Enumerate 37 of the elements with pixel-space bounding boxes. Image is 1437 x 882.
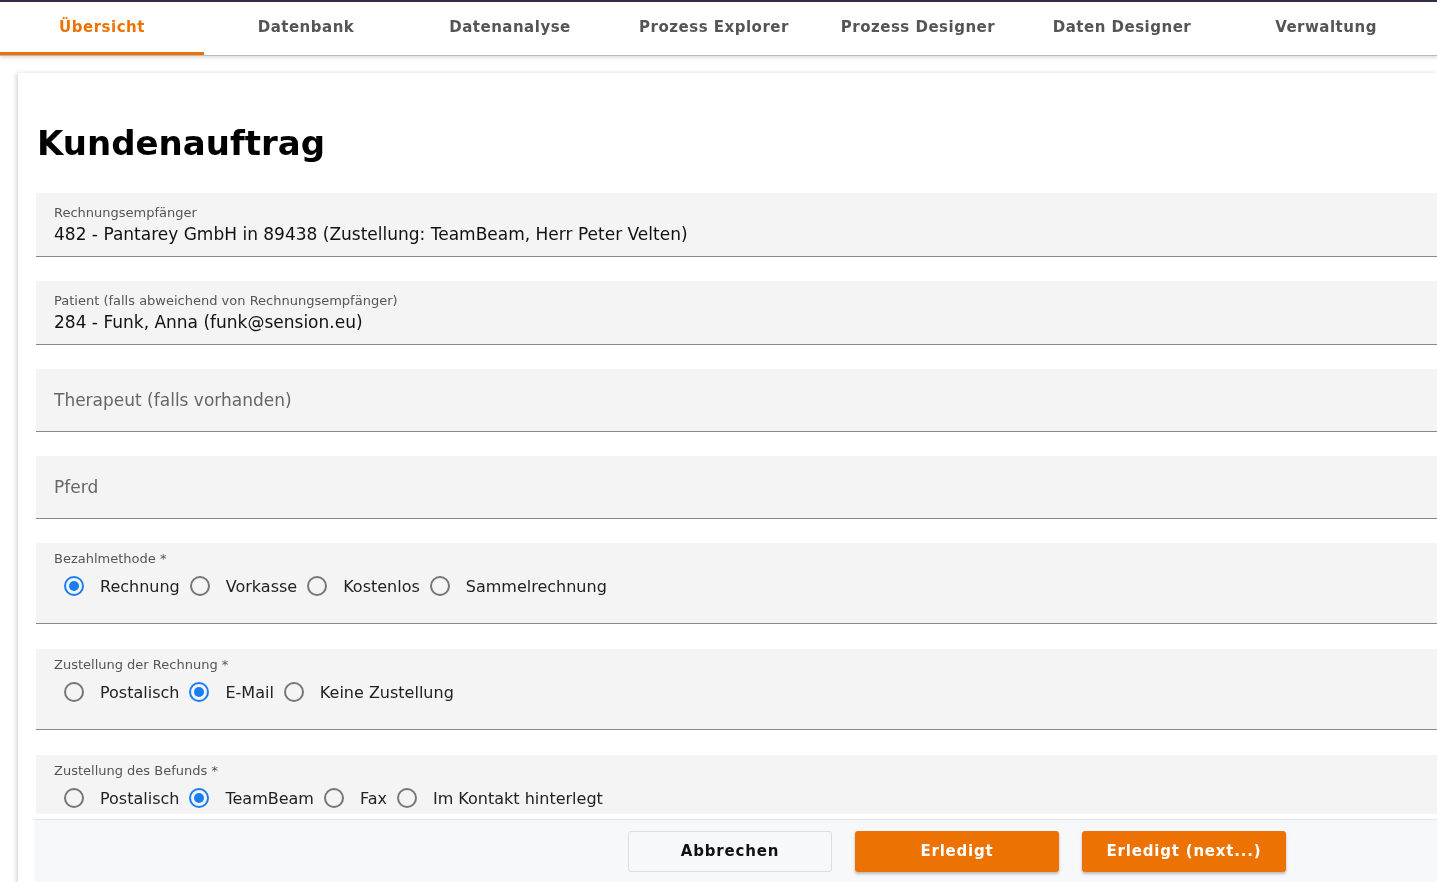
nav-tab[interactable]: Datenanalyse <box>408 2 612 55</box>
group-label: Zustellung des Befunds * <box>54 763 219 778</box>
radio-label[interactable]: Im Kontakt hinterlegt <box>432 788 603 808</box>
nav-tab[interactable]: Daten Designer <box>1020 2 1224 55</box>
group-label: Bezahlmethode * <box>54 551 168 566</box>
cancel-button[interactable]: Abbrechen <box>628 830 832 872</box>
radio-button[interactable] <box>64 682 84 702</box>
input-field[interactable]: Patient (falls abweichend von Rechnungsempfänger) 284 - Funk, Anna (funk@sension.eu) <box>36 281 1437 345</box>
radio-label[interactable]: Keine Zustellung <box>319 682 454 702</box>
radio-label[interactable]: Postalisch <box>100 682 180 702</box>
input-field[interactable]: Therapeut (falls vorhanden) <box>36 369 1437 432</box>
radio-label[interactable]: Sammelrechnung <box>465 576 607 596</box>
radio-button[interactable] <box>323 788 344 808</box>
radio-button[interactable] <box>283 682 304 702</box>
radio-label[interactable]: Vorkasse <box>225 576 298 596</box>
group-label: Zustellung der Rechnung * <box>54 657 230 672</box>
radio-label[interactable]: TeamBeam <box>225 788 314 808</box>
nav-tab[interactable]: Prozess Designer <box>816 2 1020 55</box>
nav-tab[interactable]: Prozess Explorer <box>612 2 816 55</box>
radio-button[interactable] <box>189 576 210 596</box>
radio-label[interactable]: Rechnung <box>100 576 180 596</box>
radio-button[interactable] <box>429 576 450 596</box>
radio-button[interactable] <box>307 576 328 596</box>
radio-button[interactable] <box>64 788 84 808</box>
radio-button[interactable] <box>189 788 210 808</box>
nav-tab[interactable]: Datenbank <box>204 2 408 55</box>
radio-button[interactable] <box>189 682 210 702</box>
radio-label[interactable]: E-Mail <box>225 682 274 702</box>
radio-button[interactable] <box>396 788 417 808</box>
radio-label[interactable]: Kostenlos <box>343 576 420 596</box>
form-title: Kundenauftrag <box>37 123 326 163</box>
input-field[interactable]: Pferd <box>36 456 1437 519</box>
radio-button[interactable] <box>64 576 84 596</box>
input-field[interactable]: Rechnungsempfänger 482 - Pantarey GmbH in 89438 (Zustellung: TeamBeam, Herr Peter Velten) <box>36 193 1437 257</box>
radio-label[interactable]: Fax <box>359 788 387 808</box>
nav-tab[interactable]: Verwaltung <box>1224 2 1428 55</box>
radio-label[interactable]: Postalisch <box>100 788 180 808</box>
